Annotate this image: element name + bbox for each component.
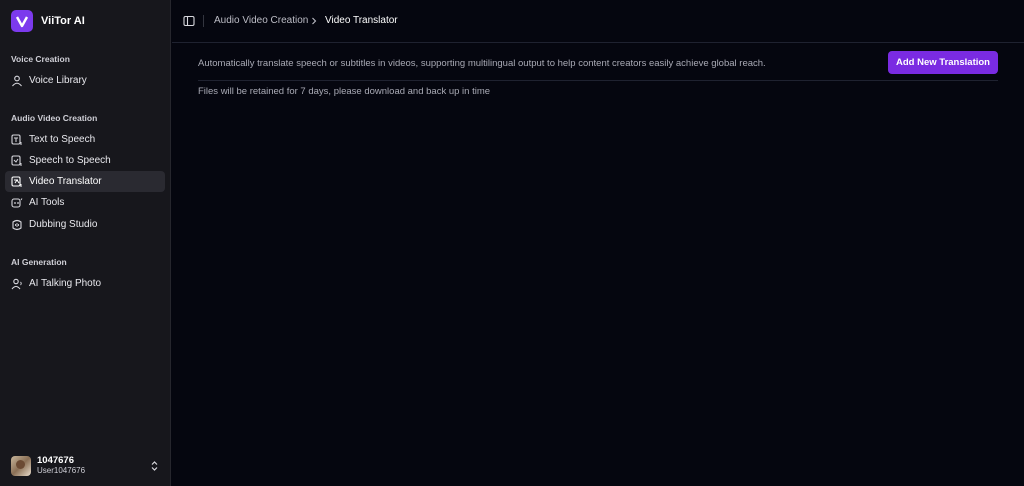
sidebar-item-label: Dubbing Studio: [29, 219, 98, 230]
sidebar-item-ai-talking-photo[interactable]: AI Talking Photo: [5, 273, 165, 294]
brand-name: ViiTor AI: [41, 15, 85, 27]
breadcrumb-parent[interactable]: Audio Video Creation: [214, 15, 308, 26]
user-menu[interactable]: 1047676 User1047676: [11, 455, 163, 477]
sidebar-item-text-to-speech[interactable]: Text to Speech: [5, 129, 165, 150]
section-title-audio-video-creation: Audio Video Creation: [11, 113, 98, 123]
section-title-voice-creation: Voice Creation: [11, 54, 70, 64]
sidebar-item-label: AI Tools: [29, 197, 65, 208]
sidebar-item-label: Speech to Speech: [29, 155, 111, 166]
user-name: 1047676: [37, 455, 74, 466]
topbar: Audio Video Creation Video Translator: [172, 0, 1024, 43]
video-translator-icon: [11, 175, 22, 187]
voice-library-icon: [12, 75, 22, 86]
add-new-translation-button[interactable]: Add New Translation: [888, 51, 998, 74]
retention-note: Files will be retained for 7 days, pleas…: [198, 86, 491, 97]
chevron-up-down-icon: [151, 461, 158, 471]
page-description: Automatically translate speech or subtit…: [198, 58, 766, 69]
sidebar: ViiTor AI Voice Creation Voice Library A…: [0, 0, 171, 486]
talking-photo-icon: [11, 278, 22, 289]
sidebar-item-video-translator[interactable]: Video Translator: [5, 171, 165, 192]
avatar: [11, 456, 31, 476]
chevron-right-icon: [312, 17, 317, 25]
brand-logo-icon: [11, 10, 33, 32]
dubbing-studio-icon: [12, 219, 22, 230]
breadcrumb-separator: [203, 15, 204, 27]
speech-to-speech-icon: [11, 154, 22, 166]
sidebar-item-dubbing-studio[interactable]: Dubbing Studio: [5, 214, 165, 235]
sidebar-item-label: Text to Speech: [29, 134, 96, 145]
sidebar-item-ai-tools[interactable]: AI Tools: [5, 192, 165, 213]
sidebar-item-speech-to-speech[interactable]: Speech to Speech: [5, 150, 165, 171]
sidebar-toggle-icon[interactable]: [183, 15, 195, 27]
section-title-ai-generation: AI Generation: [11, 257, 67, 267]
divider: [198, 80, 998, 81]
sidebar-item-voice-library[interactable]: Voice Library: [5, 70, 165, 91]
ai-tools-icon: [11, 197, 23, 208]
sidebar-item-label: Voice Library: [29, 75, 87, 86]
sidebar-item-label: Video Translator: [29, 176, 102, 187]
user-info: 1047676 User1047676: [37, 456, 85, 476]
user-username: User1047676: [37, 466, 86, 475]
sidebar-item-label: AI Talking Photo: [29, 278, 102, 289]
text-to-speech-icon: [11, 133, 22, 145]
brand[interactable]: ViiTor AI: [11, 10, 85, 32]
breadcrumb-current: Video Translator: [325, 15, 398, 26]
